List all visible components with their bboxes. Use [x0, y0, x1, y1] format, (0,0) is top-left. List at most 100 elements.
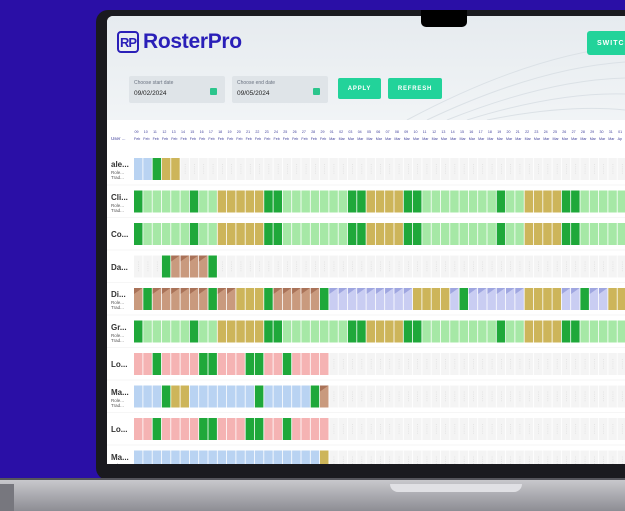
- shift-cell[interactable]: [273, 353, 283, 375]
- shift-cell[interactable]: [478, 158, 487, 180]
- shift-cell[interactable]: [143, 320, 152, 343]
- shift-cell[interactable]: [617, 353, 625, 375]
- shift-cell[interactable]: [338, 385, 348, 408]
- shift-cell[interactable]: [329, 320, 338, 343]
- shift-cell[interactable]: [431, 190, 441, 213]
- shift-cell[interactable]: [403, 450, 413, 465]
- shift-cell[interactable]: [385, 223, 394, 245]
- shift-cell[interactable]: [515, 190, 524, 213]
- shift-cell[interactable]: [199, 450, 208, 465]
- shift-cell[interactable]: [292, 320, 301, 343]
- shift-cell[interactable]: [617, 223, 625, 245]
- shift-cell[interactable]: [468, 158, 478, 180]
- shift-cell[interactable]: [264, 190, 273, 213]
- start-date-field[interactable]: Choose start date 09/02/2024: [129, 76, 225, 103]
- shift-cell[interactable]: [301, 450, 310, 465]
- shift-cell[interactable]: [245, 418, 255, 440]
- shift-cell[interactable]: [589, 353, 599, 375]
- shift-cell[interactable]: [217, 450, 227, 465]
- shift-cell[interactable]: [580, 450, 589, 465]
- shift-cell[interactable]: [385, 320, 394, 343]
- shift-cell[interactable]: [552, 320, 562, 343]
- shift-cell[interactable]: [134, 223, 143, 245]
- shift-cell[interactable]: [273, 223, 283, 245]
- shift-cell[interactable]: [320, 353, 329, 375]
- employee-name[interactable]: Co...: [111, 230, 128, 239]
- shift-cell[interactable]: [310, 320, 320, 343]
- shift-cell[interactable]: [506, 418, 515, 440]
- shift-cell[interactable]: [403, 158, 413, 180]
- shift-cell[interactable]: [450, 190, 459, 213]
- shift-cell[interactable]: [515, 158, 524, 180]
- shift-cell[interactable]: [199, 320, 208, 343]
- shift-cell[interactable]: [506, 385, 515, 408]
- shift-cell[interactable]: [459, 353, 469, 375]
- shift-cell[interactable]: [440, 255, 450, 278]
- shift-cell[interactable]: [580, 320, 589, 343]
- shift-cell[interactable]: [450, 418, 459, 440]
- shift-cell[interactable]: [143, 158, 152, 180]
- shift-cell[interactable]: [366, 418, 376, 440]
- shift-cell[interactable]: [450, 320, 459, 343]
- shift-cell[interactable]: [561, 385, 571, 408]
- shift-cell[interactable]: [543, 223, 552, 245]
- shift-cell[interactable]: [189, 385, 199, 408]
- shift-cell[interactable]: [171, 385, 180, 408]
- shift-cell[interactable]: [320, 255, 329, 278]
- shift-cell[interactable]: [440, 158, 450, 180]
- shift-cell[interactable]: [515, 353, 524, 375]
- shift-cell[interactable]: [208, 320, 217, 343]
- shift-cell[interactable]: [459, 320, 469, 343]
- shift-cell[interactable]: [580, 255, 589, 278]
- shift-cell[interactable]: [589, 385, 599, 408]
- shift-cell[interactable]: [385, 158, 394, 180]
- shift-cell[interactable]: [571, 320, 580, 343]
- shift-cell[interactable]: [385, 190, 394, 213]
- shift-cell[interactable]: [161, 223, 171, 245]
- shift-cell[interactable]: [366, 353, 376, 375]
- shift-cell[interactable]: [599, 190, 608, 213]
- shift-cell[interactable]: [385, 353, 394, 375]
- shift-cell[interactable]: [329, 255, 338, 278]
- shift-cell[interactable]: [413, 385, 422, 408]
- shift-cell[interactable]: [422, 385, 431, 408]
- shift-cell[interactable]: [264, 223, 273, 245]
- shift-cell[interactable]: [375, 255, 385, 278]
- refresh-button[interactable]: REFRESH: [388, 78, 442, 99]
- shift-cell[interactable]: [599, 320, 608, 343]
- shift-cell[interactable]: [282, 353, 292, 375]
- shift-cell[interactable]: [599, 450, 608, 465]
- shift-cell[interactable]: [413, 288, 422, 310]
- shift-cell[interactable]: [589, 320, 599, 343]
- shift-cell[interactable]: [552, 158, 562, 180]
- shift-cell[interactable]: [478, 190, 487, 213]
- shift-cell[interactable]: [161, 190, 171, 213]
- apply-button[interactable]: APPLY: [338, 78, 381, 99]
- shift-cell[interactable]: [227, 353, 236, 375]
- shift-cell[interactable]: [236, 385, 245, 408]
- shift-cell[interactable]: [385, 385, 394, 408]
- shift-cell[interactable]: [301, 255, 310, 278]
- shift-cell[interactable]: [254, 158, 264, 180]
- shift-cell[interactable]: [450, 223, 459, 245]
- shift-cell[interactable]: [459, 288, 469, 310]
- shift-cell[interactable]: [217, 158, 227, 180]
- shift-cell[interactable]: [552, 353, 562, 375]
- shift-cell[interactable]: [171, 320, 180, 343]
- shift-cell[interactable]: [561, 158, 571, 180]
- employee-name[interactable]: Cli...: [111, 193, 128, 202]
- shift-cell[interactable]: [468, 450, 478, 465]
- shift-cell[interactable]: [413, 255, 422, 278]
- shift-cell[interactable]: [236, 223, 245, 245]
- shift-cell[interactable]: [515, 223, 524, 245]
- shift-cell[interactable]: [347, 353, 357, 375]
- shift-cell[interactable]: [571, 385, 580, 408]
- shift-cell[interactable]: [375, 190, 385, 213]
- shift-cell[interactable]: [487, 450, 496, 465]
- shift-cell[interactable]: [134, 320, 143, 343]
- shift-cell[interactable]: [161, 320, 171, 343]
- shift-cell[interactable]: [292, 190, 301, 213]
- shift-cell[interactable]: [236, 288, 245, 310]
- shift-cell[interactable]: [459, 255, 469, 278]
- shift-cell[interactable]: [561, 353, 571, 375]
